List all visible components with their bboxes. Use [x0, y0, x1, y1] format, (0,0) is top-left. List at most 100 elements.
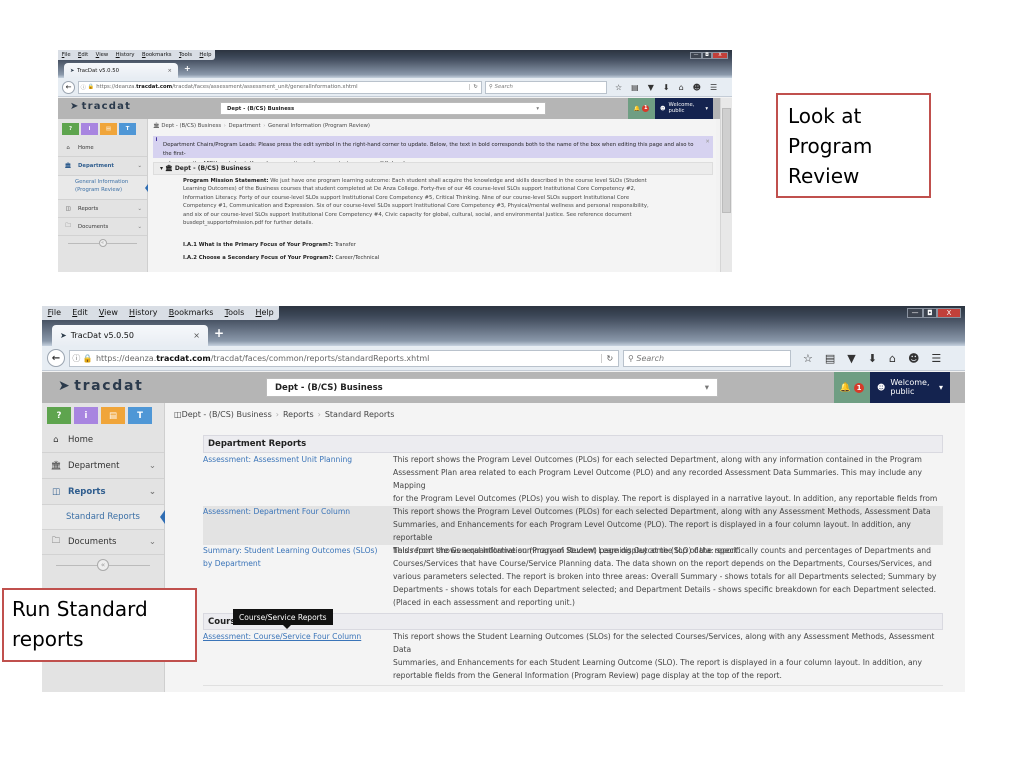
- help-button[interactable]: ?: [62, 123, 79, 135]
- user-menu[interactable]: ☻ Welcome, public ▾: [655, 98, 713, 119]
- back-button[interactable]: ←: [47, 349, 65, 367]
- hamburger-menu-icon[interactable]: ☰: [931, 352, 941, 365]
- hamburger-menu-icon[interactable]: ☰: [710, 83, 717, 92]
- scrollbar-thumb[interactable]: [722, 108, 731, 213]
- bookmark-star-icon[interactable]: ☆: [803, 352, 813, 365]
- sidebar-item-reports[interactable]: ◫ Reports ⌄: [42, 479, 164, 505]
- home-icon[interactable]: ⌂: [889, 352, 896, 365]
- report-link-assessment-unit-planning[interactable]: Assessment: Assessment Unit Planning: [203, 454, 393, 506]
- menu-file[interactable]: File: [58, 50, 74, 60]
- breadcrumb-item[interactable]: Dept - (B/CS) Business: [161, 123, 221, 129]
- report-link-course-service-four-column[interactable]: Assessment: Course/Service Four Column: [203, 631, 393, 677]
- minimize-button[interactable]: —: [690, 52, 702, 59]
- report-link-text[interactable]: Assessment: Course/Service Four Column: [203, 631, 393, 644]
- notifications-button[interactable]: 🔔 1: [628, 98, 655, 119]
- sidebar-item-label: Home: [78, 144, 94, 151]
- sidebar-subitem-standard-reports[interactable]: Standard Reports: [42, 505, 165, 530]
- reload-icon[interactable]: ↻: [469, 84, 481, 90]
- collapse-sidebar-button[interactable]: «: [42, 555, 164, 575]
- download-icon[interactable]: ⬇: [663, 83, 670, 92]
- sidebar-item-home[interactable]: ⌂ Home: [58, 139, 147, 157]
- search-input[interactable]: ⚲ Search: [485, 80, 607, 94]
- maximize-button[interactable]: ◘: [923, 308, 937, 318]
- help-button[interactable]: ?: [47, 407, 71, 424]
- pocket-icon[interactable]: ▼: [847, 352, 855, 365]
- program-review-screenshot: File Edit View History Bookmarks Tools H…: [58, 50, 732, 272]
- home-icon[interactable]: ⌂: [679, 83, 684, 92]
- list-button[interactable]: ▤: [101, 407, 125, 424]
- tab-tracdat[interactable]: ➤ TracDat v5.0.50 ×: [52, 325, 208, 346]
- menu-tools[interactable]: Tools: [175, 50, 195, 60]
- tab-close-icon[interactable]: ×: [168, 68, 172, 74]
- sync-icon[interactable]: ☻: [693, 83, 701, 92]
- user-menu[interactable]: ☻ Welcome, public ▾: [870, 372, 950, 403]
- department-select[interactable]: Dept - (B/CS) Business ▾: [266, 378, 718, 397]
- pocket-icon[interactable]: ▼: [648, 83, 654, 92]
- download-icon[interactable]: ⬇: [868, 352, 877, 365]
- report-description: This report shows the Program Level Outc…: [393, 506, 943, 555]
- menu-edit[interactable]: Edit: [74, 50, 92, 60]
- report-link-text[interactable]: Summary: Student Learning Outcomes (SLOs…: [203, 545, 393, 558]
- close-window-button[interactable]: X: [937, 308, 961, 318]
- new-tab-button[interactable]: +: [184, 64, 191, 73]
- sidebar-item-home[interactable]: ⌂ Home: [42, 428, 164, 453]
- search-input[interactable]: ⚲ Search: [623, 349, 791, 367]
- url-bar[interactable]: ⓘ 🔒 https://deanza. tracdat.com/tracdat/f…: [69, 349, 619, 367]
- tab-tracdat[interactable]: ➤ TracDat v5.0.50 ×: [64, 63, 178, 78]
- url-bar[interactable]: ⓘ 🔒 https://deanza. tracdat.com/tracdat/f…: [78, 80, 482, 94]
- sidebar-item-documents[interactable]: 🗀 Documents ⌄: [42, 530, 164, 555]
- close-window-button[interactable]: X: [712, 52, 728, 59]
- folder-icon: 🗀: [65, 223, 71, 229]
- menu-history[interactable]: History: [123, 306, 163, 320]
- collapse-sidebar-button[interactable]: «: [58, 236, 147, 250]
- menu-view[interactable]: View: [92, 50, 112, 60]
- section-header[interactable]: ▾ 🏛 Dept - (B/CS) Business: [153, 162, 713, 175]
- info-icon[interactable]: ⓘ: [81, 83, 86, 91]
- breadcrumb-item[interactable]: Reports: [283, 410, 314, 419]
- sidebar-item-department[interactable]: 🏛 Department ⌄: [42, 453, 164, 479]
- menu-file[interactable]: File: [42, 306, 67, 320]
- bookmark-star-icon[interactable]: ☆: [615, 83, 622, 92]
- filter-button[interactable]: T: [119, 123, 136, 135]
- tracdat-logo[interactable]: ➤ tracdat: [58, 378, 143, 394]
- maximize-button[interactable]: ◘: [702, 52, 712, 59]
- menu-bookmarks[interactable]: Bookmarks: [138, 50, 175, 60]
- report-link-text[interactable]: by Department: [203, 558, 393, 571]
- menu-view[interactable]: View: [93, 306, 123, 320]
- reload-icon[interactable]: ↻: [600, 353, 618, 363]
- back-button[interactable]: ←: [62, 80, 75, 94]
- sidebar-item-reports[interactable]: ◫ Reports ⌄: [58, 200, 147, 218]
- callout-line: Look at: [788, 104, 862, 128]
- breadcrumb-item[interactable]: Department: [229, 123, 261, 129]
- notifications-button[interactable]: 🔔 1: [834, 372, 870, 403]
- report-link-slo-summary-by-department[interactable]: Summary: Student Learning Outcomes (SLOs…: [203, 545, 393, 611]
- menu-help[interactable]: Help: [250, 306, 279, 320]
- close-icon[interactable]: ✕: [705, 138, 709, 147]
- tab-close-icon[interactable]: ×: [193, 331, 200, 340]
- info-button[interactable]: i: [81, 123, 98, 135]
- breadcrumb-item[interactable]: Dept - (B/CS) Business: [182, 410, 272, 419]
- menu-edit[interactable]: Edit: [67, 306, 94, 320]
- vertical-scrollbar[interactable]: [720, 98, 732, 272]
- reading-list-icon[interactable]: ▤: [825, 352, 835, 365]
- tracdat-logo[interactable]: ➤ tracdat: [70, 101, 131, 112]
- new-tab-button[interactable]: +: [214, 326, 224, 340]
- department-select[interactable]: Dept - (B/CS) Business ▾: [220, 102, 546, 115]
- report-link-department-four-column[interactable]: Assessment: Department Four Column: [203, 506, 393, 545]
- sidebar-item-department[interactable]: 🏛 Department ⌄: [58, 157, 147, 176]
- report-link-text[interactable]: Assessment: Department Four Column: [203, 506, 393, 519]
- menu-tools[interactable]: Tools: [219, 306, 250, 320]
- menu-history[interactable]: History: [112, 50, 138, 60]
- sidebar-subitem-general-information[interactable]: General Information (Program Review): [58, 176, 148, 200]
- sync-icon[interactable]: ☻: [908, 352, 919, 365]
- filter-button[interactable]: T: [128, 407, 152, 424]
- info-icon[interactable]: ⓘ: [72, 353, 80, 364]
- list-button[interactable]: ▤: [100, 123, 117, 135]
- sidebar-item-documents[interactable]: 🗀 Documents ⌄: [58, 218, 147, 236]
- minimize-button[interactable]: —: [907, 308, 923, 318]
- info-button[interactable]: i: [74, 407, 98, 424]
- reading-list-icon[interactable]: ▤: [631, 83, 639, 92]
- menu-bookmarks[interactable]: Bookmarks: [163, 306, 219, 320]
- menu-help[interactable]: Help: [196, 50, 215, 60]
- report-link-text[interactable]: Assessment: Assessment Unit Planning: [203, 454, 393, 467]
